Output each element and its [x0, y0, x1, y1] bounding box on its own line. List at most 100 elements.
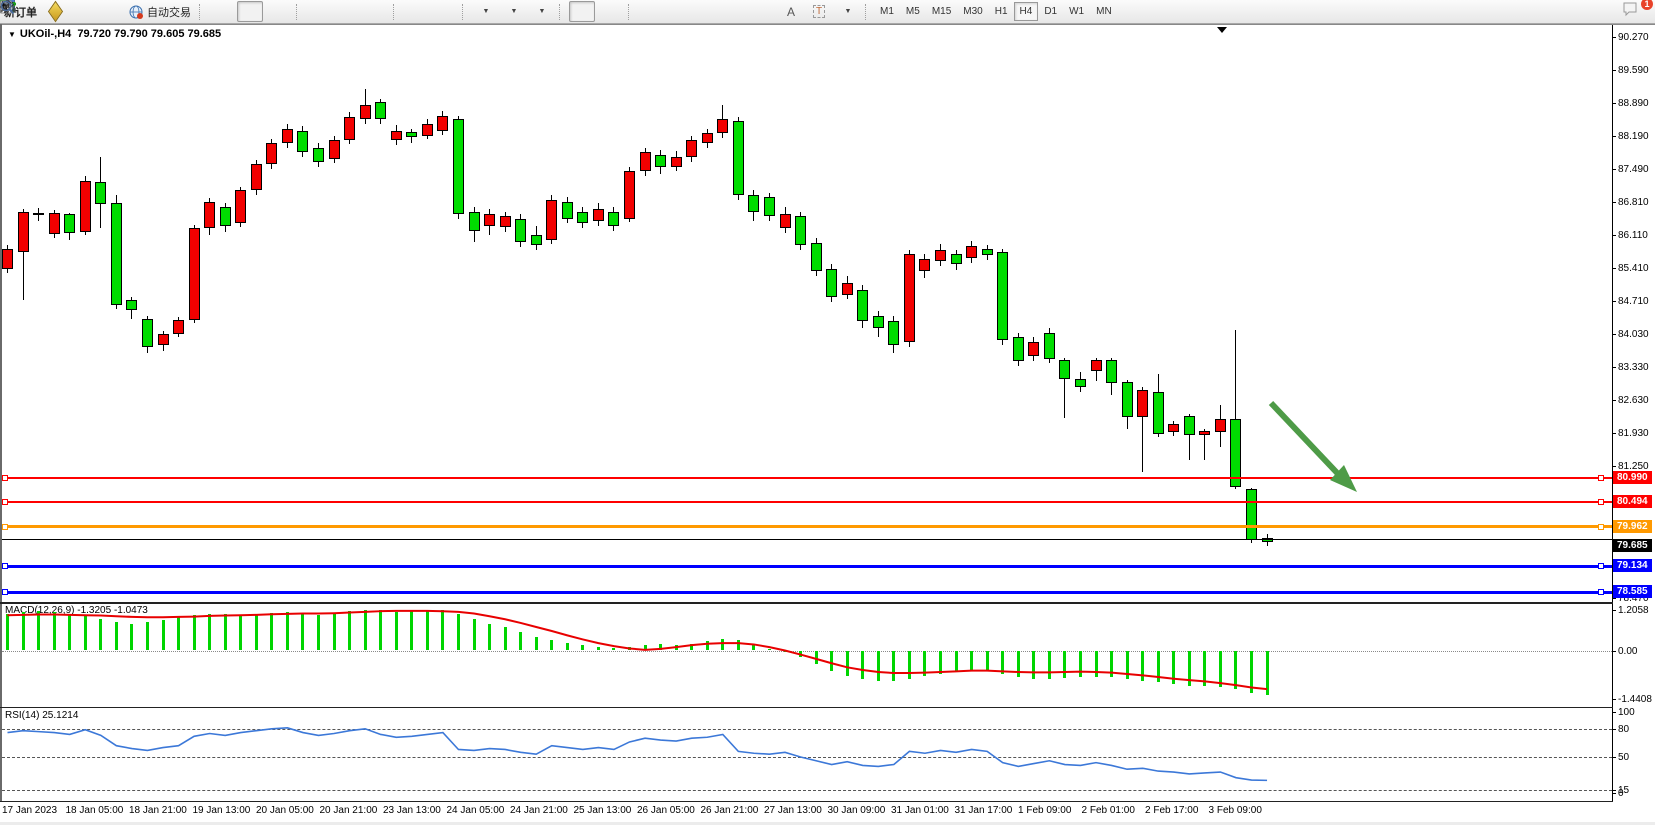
window-left-border [0, 24, 3, 822]
auto-trading-button[interactable]: 自动交易 [126, 1, 194, 22]
tile-windows-button[interactable] [362, 1, 388, 22]
text-tool-button[interactable]: A [778, 1, 804, 22]
timeframe-button-h4[interactable]: H4 [1014, 2, 1039, 21]
market-watch-icon[interactable] [42, 1, 68, 22]
notifications-button[interactable]: 1 [1622, 1, 1648, 22]
zoom-out-button[interactable] [334, 1, 360, 22]
rsi-tick-label: 50 [1618, 752, 1629, 763]
line-anchor-handle[interactable] [2, 563, 8, 569]
price-tick [1612, 301, 1616, 302]
unread-count-badge: 1 [1641, 0, 1653, 10]
chart-window[interactable]: ▼UKOil-,H4 79.720 79.790 79.605 79.685 1… [0, 24, 1655, 822]
panel-separator[interactable] [0, 707, 1613, 708]
horizontal-line[interactable] [2, 591, 1612, 594]
rsi-label: RSI(14) 25.1214 [5, 710, 78, 721]
window-top-border [2, 24, 1655, 25]
text-label-tool-button[interactable]: T [806, 1, 832, 22]
macd-histogram-bar [1141, 651, 1144, 681]
time-axis-label: 2 Feb 01:00 [1082, 805, 1135, 816]
crosshair-tool-button[interactable] [597, 1, 623, 22]
horizontal-line[interactable] [2, 565, 1612, 568]
time-axis-label: 27 Jan 13:00 [764, 805, 822, 816]
candle [1059, 360, 1070, 379]
price-tick [1612, 466, 1616, 467]
label-T-icon: T [813, 5, 825, 18]
timeframe-button-h1[interactable]: H1 [989, 2, 1014, 21]
equidistant-channel-tool-button[interactable]: E [722, 1, 748, 22]
candle [500, 216, 511, 226]
candle [1184, 416, 1195, 435]
horizontal-line[interactable] [2, 501, 1612, 503]
macd-histogram-bar [348, 611, 351, 651]
timeframe-button-w1[interactable]: W1 [1063, 2, 1090, 21]
main-toolbar: 新订单 自动交易 [0, 0, 1655, 24]
timeframe-button-d1[interactable]: D1 [1038, 2, 1063, 21]
candle [1106, 360, 1117, 383]
chart-shift-marker[interactable] [1217, 27, 1227, 33]
zoom-in-button[interactable] [306, 1, 332, 22]
line-anchor-handle[interactable] [1598, 499, 1604, 505]
candlestick-chart-type-button[interactable] [237, 1, 263, 22]
line-chart-type-button[interactable] [265, 1, 291, 22]
macd-tick [1612, 651, 1616, 652]
macd-histogram-bar [457, 614, 460, 651]
chart-shift-button[interactable] [431, 1, 457, 22]
price-axis-line [1612, 25, 1613, 801]
candle [935, 250, 946, 262]
time-axis-label: 25 Jan 13:00 [574, 805, 632, 816]
horizontal-line[interactable] [2, 525, 1612, 528]
candle [857, 290, 868, 321]
search-button[interactable] [1594, 1, 1620, 22]
symbol-dropdown-icon[interactable]: ▼ [8, 30, 16, 39]
price-tick [1612, 103, 1616, 104]
horizontal-line[interactable] [2, 539, 1612, 540]
macd-histogram-bar [861, 651, 864, 680]
arrows-tool-button[interactable]: ▼ [834, 1, 860, 22]
vertical-line-tool-button[interactable] [638, 1, 664, 22]
line-anchor-handle[interactable] [2, 475, 8, 481]
candle [111, 203, 122, 305]
timeframes-menu-button[interactable]: ▼ [500, 1, 526, 22]
candle [406, 132, 417, 137]
timeframe-button-m5[interactable]: M5 [900, 2, 926, 21]
macd-histogram-bar [1172, 651, 1175, 685]
trendline-tool-button[interactable] [694, 1, 720, 22]
candle [593, 209, 604, 221]
line-anchor-handle[interactable] [2, 524, 8, 530]
indicators-button[interactable]: ▼ [472, 1, 498, 22]
line-anchor-handle[interactable] [1598, 524, 1604, 530]
line-anchor-handle[interactable] [2, 589, 8, 595]
chart-window-icon[interactable] [70, 1, 96, 22]
macd-tick-label: 0.00 [1618, 646, 1637, 657]
rsi-tick-label: 100 [1618, 707, 1635, 718]
time-axis[interactable]: 17 Jan 202318 Jan 05:0018 Jan 21:0019 Ja… [0, 802, 1613, 822]
horizontal-line-tool-button[interactable] [666, 1, 692, 22]
line-anchor-handle[interactable] [1598, 589, 1604, 595]
line-anchor-handle[interactable] [2, 499, 8, 505]
annotation-arrow[interactable] [0, 24, 1655, 822]
auto-scroll-button[interactable] [403, 1, 429, 22]
candle [80, 181, 91, 232]
macd-histogram-bar [1157, 651, 1160, 683]
price-tick-label: 83.330 [1618, 362, 1649, 373]
time-axis-label: 20 Jan 21:00 [320, 805, 378, 816]
timeframe-button-m1[interactable]: M1 [874, 2, 900, 21]
candle [64, 214, 75, 233]
bar-chart-type-button[interactable] [209, 1, 235, 22]
timeframe-button-m15[interactable]: M15 [926, 2, 957, 21]
price-tick [1612, 136, 1616, 137]
panel-separator[interactable] [0, 602, 1613, 604]
cursor-tool-button[interactable] [569, 1, 595, 22]
candle [966, 246, 977, 258]
templates-button[interactable]: ▼ [528, 1, 554, 22]
line-anchor-handle[interactable] [1598, 475, 1604, 481]
signals-icon[interactable] [98, 1, 124, 22]
line-anchor-handle[interactable] [1598, 563, 1604, 569]
horizontal-line[interactable] [2, 477, 1612, 479]
timeframe-button-mn[interactable]: MN [1090, 2, 1118, 21]
macd-histogram-bar [6, 614, 9, 651]
timeframe-button-m30[interactable]: M30 [957, 2, 988, 21]
fibonacci-tool-button[interactable]: F [750, 1, 776, 22]
macd-histogram-bar [644, 645, 647, 650]
macd-histogram-bar [1219, 651, 1222, 688]
